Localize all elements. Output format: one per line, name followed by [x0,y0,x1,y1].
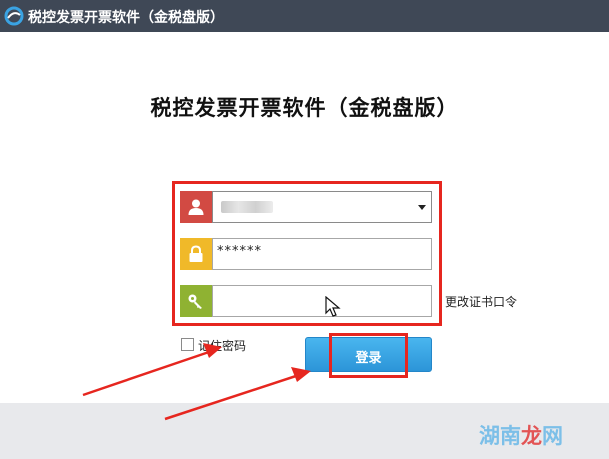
window-title: 税控发票开票软件（金税盘版） [28,10,224,26]
title-bar: 税控发票开票软件（金税盘版） [0,0,609,32]
swirl-logo-icon [4,6,24,26]
remember-password-label[interactable]: 记住密码 [198,337,246,354]
annotation-box-login [329,333,408,378]
mouse-cursor-icon [325,296,341,317]
page-title: 税控发票开票软件（金税盘版） [150,96,459,120]
remember-password-checkbox[interactable] [181,338,194,351]
watermark-part3: 网 [542,424,563,448]
change-cert-password-link[interactable]: 更改证书口令 [445,293,517,310]
watermark: 湖南龙网 [479,420,563,450]
watermark-part2: 龙 [521,424,542,448]
watermark-part1: 湖南 [479,424,521,448]
annotation-box-fields [172,181,442,326]
